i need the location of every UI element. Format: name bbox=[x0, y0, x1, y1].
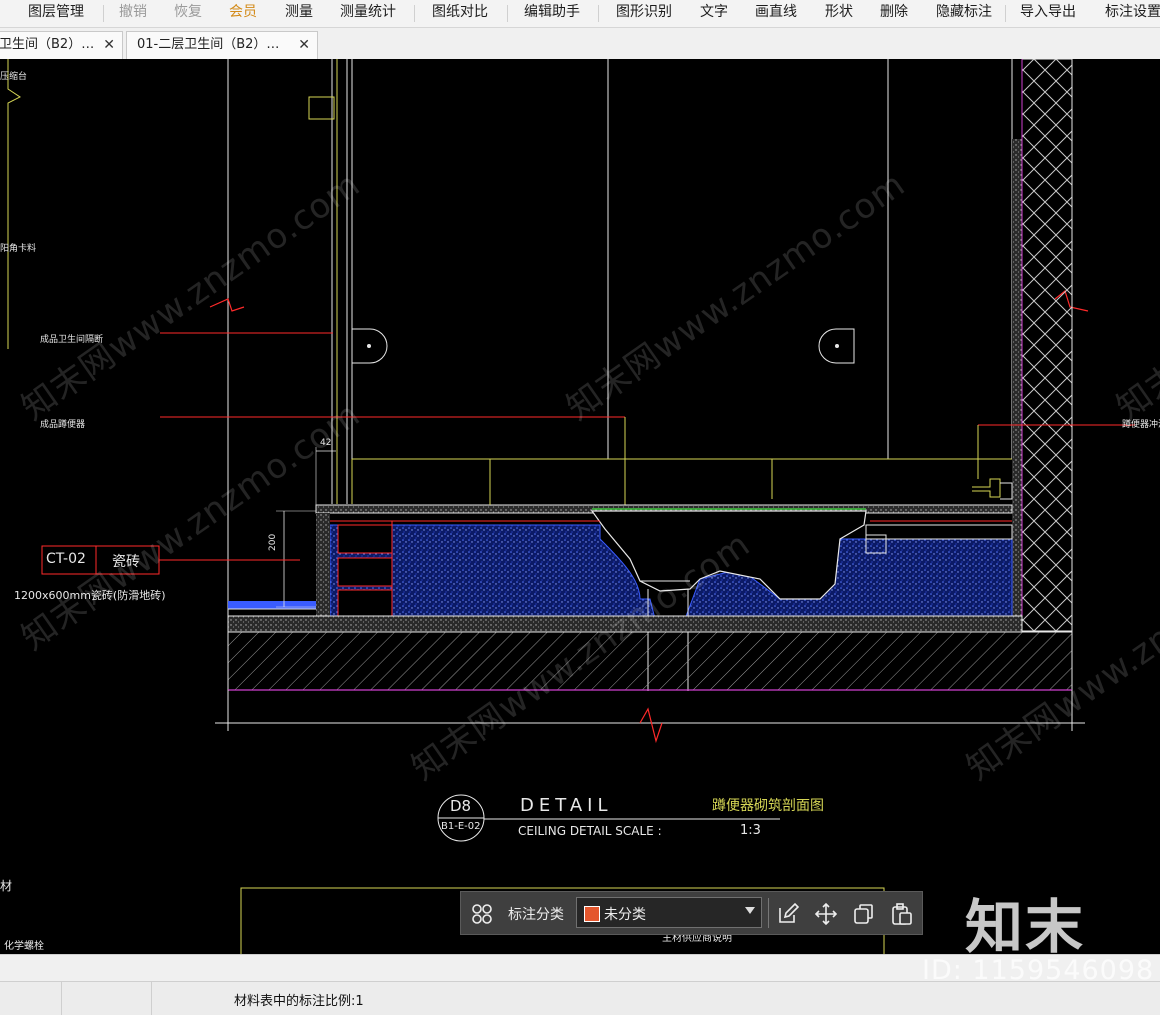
edit-icon[interactable] bbox=[776, 902, 800, 926]
menu-separator bbox=[103, 5, 104, 22]
detail-word: DETAIL bbox=[520, 795, 613, 816]
menu-separator bbox=[507, 5, 508, 22]
detail-ref: B1-E-02 bbox=[441, 821, 481, 832]
menu-shape[interactable]: 形状 bbox=[825, 0, 853, 27]
cad-label: 压缩台 bbox=[0, 72, 28, 82]
menu-hide-annotation[interactable]: 隐藏标注 bbox=[936, 0, 992, 27]
top-menu-bar: 图层管理 撤销 恢复 会员 测量 测量统计 图纸对比 编辑助手 图形识别 文字 … bbox=[0, 0, 1160, 28]
category-color-swatch bbox=[584, 906, 600, 922]
menu-vip[interactable]: 会员 bbox=[229, 0, 257, 27]
menu-text[interactable]: 文字 bbox=[700, 0, 728, 27]
cad-label: 成品蹲便器 bbox=[40, 420, 86, 430]
menu-delete[interactable]: 删除 bbox=[880, 0, 908, 27]
drawing-canvas[interactable]: 知末网www.znzmo.com 知末网www.znzmo.com 知末网www… bbox=[0, 59, 1160, 954]
menu-draw-line[interactable]: 画直线 bbox=[755, 0, 797, 27]
cad-label: 成品卫生间隔断 bbox=[40, 335, 104, 345]
menu-separator bbox=[414, 5, 415, 22]
detail-title: 蹲便器砌筑剖面图 bbox=[712, 798, 824, 814]
close-icon[interactable]: ✕ bbox=[298, 32, 310, 58]
menu-measure-stats[interactable]: 测量统计 bbox=[340, 0, 396, 27]
brand-logo-watermark: 知末 bbox=[965, 893, 1086, 961]
leader-line bbox=[7, 59, 21, 349]
cad-label: 化学螺栓 bbox=[4, 941, 44, 952]
move-icon[interactable] bbox=[814, 902, 838, 926]
tab-label: 卫生间（B2）… bbox=[0, 37, 95, 52]
detail-subtitle: CEILING DETAIL SCALE : bbox=[518, 824, 662, 838]
status-cell bbox=[0, 982, 62, 1015]
menu-import-export[interactable]: 导入导出 bbox=[1020, 0, 1076, 27]
cad-label: 阳角卡料 bbox=[0, 244, 37, 254]
annotation-category-label: 标注分类 bbox=[508, 907, 564, 923]
menu-undo[interactable]: 撤销 bbox=[119, 0, 147, 27]
toolbar-separator bbox=[768, 898, 769, 928]
copy-icon[interactable] bbox=[852, 902, 876, 926]
annotation-category-select[interactable]: 未分类 bbox=[576, 897, 762, 928]
chevron-down-icon bbox=[745, 907, 755, 914]
menu-layer-manager[interactable]: 图层管理 bbox=[28, 0, 84, 27]
dimension-text: 200 bbox=[268, 533, 278, 551]
menu-shape-recognition[interactable]: 图形识别 bbox=[616, 0, 672, 27]
detail-id: D8 bbox=[450, 797, 472, 815]
tab-label: 01-二层卫生间（B2）… bbox=[137, 37, 280, 52]
tab-bathroom-b2[interactable]: 卫生间（B2）… ✕ bbox=[0, 31, 123, 59]
tab-second-floor-bathroom-b2[interactable]: 01-二层卫生间（B2）… ✕ bbox=[126, 31, 318, 59]
menu-separator bbox=[598, 5, 599, 22]
material-tag-code: CT-02 bbox=[46, 551, 86, 567]
status-bar: 材料表中的标注比例:1 bbox=[0, 981, 1160, 1015]
material-tag-name: 瓷砖 bbox=[112, 554, 140, 570]
close-icon[interactable]: ✕ bbox=[103, 32, 115, 58]
document-tab-bar: 卫生间（B2）… ✕ 01-二层卫生间（B2）… ✕ bbox=[0, 28, 1160, 60]
id-watermark: ID: 1159546098 bbox=[922, 955, 1155, 986]
menu-drawing-compare[interactable]: 图纸对比 bbox=[432, 0, 488, 27]
paste-icon[interactable] bbox=[890, 902, 914, 926]
menu-edit-assistant[interactable]: 编辑助手 bbox=[524, 0, 580, 27]
menu-separator bbox=[1005, 5, 1006, 22]
status-message: 材料表中的标注比例:1 bbox=[234, 994, 364, 1009]
status-cell bbox=[62, 982, 152, 1015]
cad-label: 蹲便器冲洗阀 bbox=[1122, 420, 1160, 430]
category-selected-value: 未分类 bbox=[604, 907, 646, 923]
detail-scale: 1:3 bbox=[740, 823, 761, 838]
menu-annotation-settings[interactable]: 标注设置 bbox=[1105, 0, 1160, 27]
grid-icon[interactable] bbox=[470, 902, 494, 926]
cad-label: 材 bbox=[0, 879, 13, 893]
annotation-floating-toolbar: 标注分类 未分类 bbox=[460, 891, 923, 935]
menu-measure[interactable]: 测量 bbox=[285, 0, 313, 27]
menu-redo[interactable]: 恢复 bbox=[174, 0, 202, 27]
dimension-text: 42 bbox=[320, 438, 332, 448]
material-tag-spec: 1200x600mm瓷砖(防滑地砖) bbox=[14, 589, 166, 602]
